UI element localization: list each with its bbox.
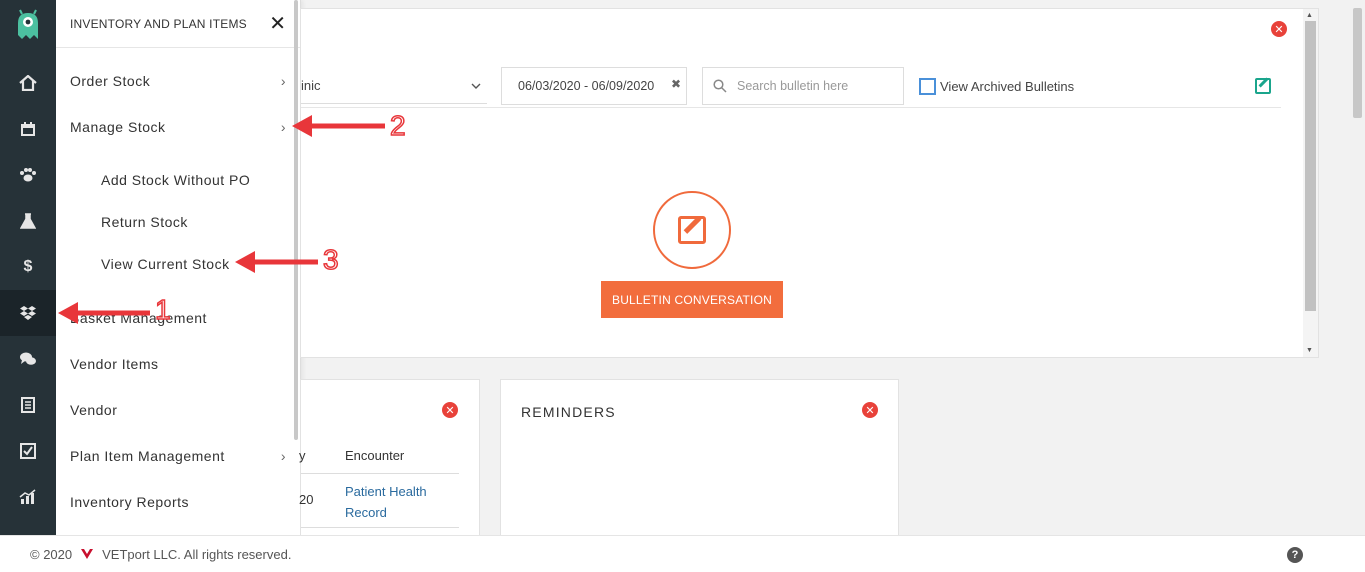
clear-date-icon[interactable]: ✖ <box>671 77 681 91</box>
copyright-year: © 2020 <box>30 546 73 562</box>
flask-icon <box>20 213 36 229</box>
search-icon <box>713 79 727 93</box>
menu-item-label: Inventory Reports <box>70 494 189 510</box>
flyout-title: INVENTORY AND PLAN ITEMS <box>70 16 247 31</box>
menu-item-label: Plan Item Management <box>70 448 225 464</box>
flyout-scrollbar[interactable] <box>294 0 298 440</box>
page-scrollbar-thumb[interactable] <box>1353 8 1362 118</box>
menu-item-manage-stock[interactable]: Manage Stock › <box>70 119 286 135</box>
scroll-down-icon[interactable]: ▼ <box>1306 347 1313 354</box>
date-range-input[interactable]: 06/03/2020 - 06/09/2020 ✖ <box>501 67 687 105</box>
row-date-fragment: 20 <box>299 492 314 507</box>
chat-icon <box>20 352 36 365</box>
menu-item-label: Vendor Items <box>70 356 159 372</box>
copyright-text: VETport LLC. All rights reserved. <box>102 546 292 562</box>
checkbox-icon <box>20 443 36 459</box>
chart-icon <box>19 489 36 504</box>
rail-documents[interactable] <box>0 382 56 428</box>
inventory-flyout-menu: INVENTORY AND PLAN ITEMS ✕ Order Stock ›… <box>56 0 301 535</box>
column-header-fragment: y <box>299 448 306 463</box>
flyout-header: INVENTORY AND PLAN ITEMS ✕ <box>56 0 300 48</box>
menu-item-label: Basket Management <box>70 310 207 326</box>
document-icon <box>21 397 35 413</box>
calendar-icon <box>21 122 35 136</box>
app-logo[interactable] <box>0 0 56 52</box>
view-archived-toggle[interactable]: View Archived Bulletins <box>919 78 1074 95</box>
dollar-icon: $ <box>23 258 33 275</box>
footer: © 2020 VETport LLC. All rights reserved.… <box>0 535 1365 572</box>
menu-item-plan-item-management[interactable]: Plan Item Management › <box>70 448 286 464</box>
menu-item-add-stock-without-po[interactable]: Add Stock Without PO <box>101 172 286 188</box>
bulletin-edit-icon <box>653 191 731 269</box>
compose-icon[interactable] <box>1255 78 1271 94</box>
encounter-card: ✕ y Encounter 20 Patient Health Record <box>299 379 480 539</box>
rail-inventory[interactable] <box>0 290 56 336</box>
patient-health-record-link[interactable]: Patient Health Record <box>345 481 445 523</box>
close-card-icon[interactable]: ✕ <box>862 402 878 418</box>
vetport-logo-icon <box>81 549 94 559</box>
bulletin-toolbar: inic 06/03/2020 - 06/09/2020 ✖ View Arch… <box>301 66 1281 108</box>
chevron-right-icon: › <box>280 119 286 135</box>
close-card-icon[interactable]: ✕ <box>1271 21 1287 37</box>
icon-rail: $ <box>0 0 56 544</box>
menu-item-return-stock[interactable]: Return Stock <box>101 214 286 230</box>
search-input[interactable] <box>737 79 897 93</box>
archived-label: View Archived Bulletins <box>940 79 1075 94</box>
archived-checkbox[interactable] <box>919 78 936 95</box>
bulletin-card: ✕ inic 06/03/2020 - 06/09/2020 ✖ View Ar… <box>300 8 1319 358</box>
rail-messages[interactable] <box>0 336 56 382</box>
home-icon <box>19 75 37 91</box>
rail-lab[interactable] <box>0 198 56 244</box>
menu-item-order-stock[interactable]: Order Stock › <box>70 73 286 89</box>
divider <box>301 527 459 528</box>
chevron-right-icon: › <box>280 448 286 464</box>
boxes-icon <box>20 306 36 320</box>
pencil-square-icon <box>678 216 706 244</box>
clinic-select[interactable]: inic <box>301 68 487 104</box>
column-header-encounter: Encounter <box>345 448 405 463</box>
chevron-down-icon <box>471 83 481 89</box>
reminders-title: REMINDERS <box>521 404 616 420</box>
menu-item-inventory-reports[interactable]: Inventory Reports <box>70 494 286 510</box>
page-scrollbar[interactable] <box>1350 0 1365 535</box>
menu-item-label: Vendor <box>70 402 118 418</box>
scrollbar-thumb[interactable] <box>1305 21 1316 311</box>
menu-item-label: Return Stock <box>101 214 188 230</box>
paw-icon <box>20 168 36 182</box>
menu-item-label: Add Stock Without PO <box>101 172 251 188</box>
clinic-select-value: inic <box>301 78 321 93</box>
monster-logo-icon <box>18 9 38 39</box>
rail-home[interactable] <box>0 60 56 106</box>
close-card-icon[interactable]: ✕ <box>442 402 458 418</box>
close-icon[interactable]: ✕ <box>269 14 286 34</box>
menu-item-basket-management[interactable]: Basket Management <box>70 310 286 326</box>
help-icon[interactable]: ? <box>1287 547 1303 563</box>
menu-item-label: Order Stock <box>70 73 151 89</box>
menu-item-label: Manage Stock <box>70 119 166 135</box>
reminders-card: REMINDERS ✕ <box>500 379 899 539</box>
menu-item-vendor-items[interactable]: Vendor Items <box>70 356 286 372</box>
bulletin-conversation-button[interactable]: BULLETIN CONVERSATION <box>601 281 783 318</box>
chevron-right-icon: › <box>280 73 286 89</box>
rail-patients[interactable] <box>0 152 56 198</box>
rail-reports[interactable] <box>0 474 56 520</box>
divider <box>301 473 459 474</box>
menu-item-label: View Current Stock <box>101 256 230 272</box>
bulletin-scrollbar[interactable]: ▲ ▼ <box>1303 9 1318 357</box>
rail-tasks[interactable] <box>0 428 56 474</box>
date-range-value: 06/03/2020 - 06/09/2020 <box>518 79 655 93</box>
rail-calendar[interactable] <box>0 106 56 152</box>
rail-billing[interactable]: $ <box>0 244 56 290</box>
scroll-up-icon[interactable]: ▲ <box>1306 12 1313 19</box>
bulletin-search[interactable] <box>702 67 904 105</box>
menu-item-view-current-stock[interactable]: View Current Stock <box>101 256 286 272</box>
menu-item-vendor[interactable]: Vendor <box>70 402 286 418</box>
